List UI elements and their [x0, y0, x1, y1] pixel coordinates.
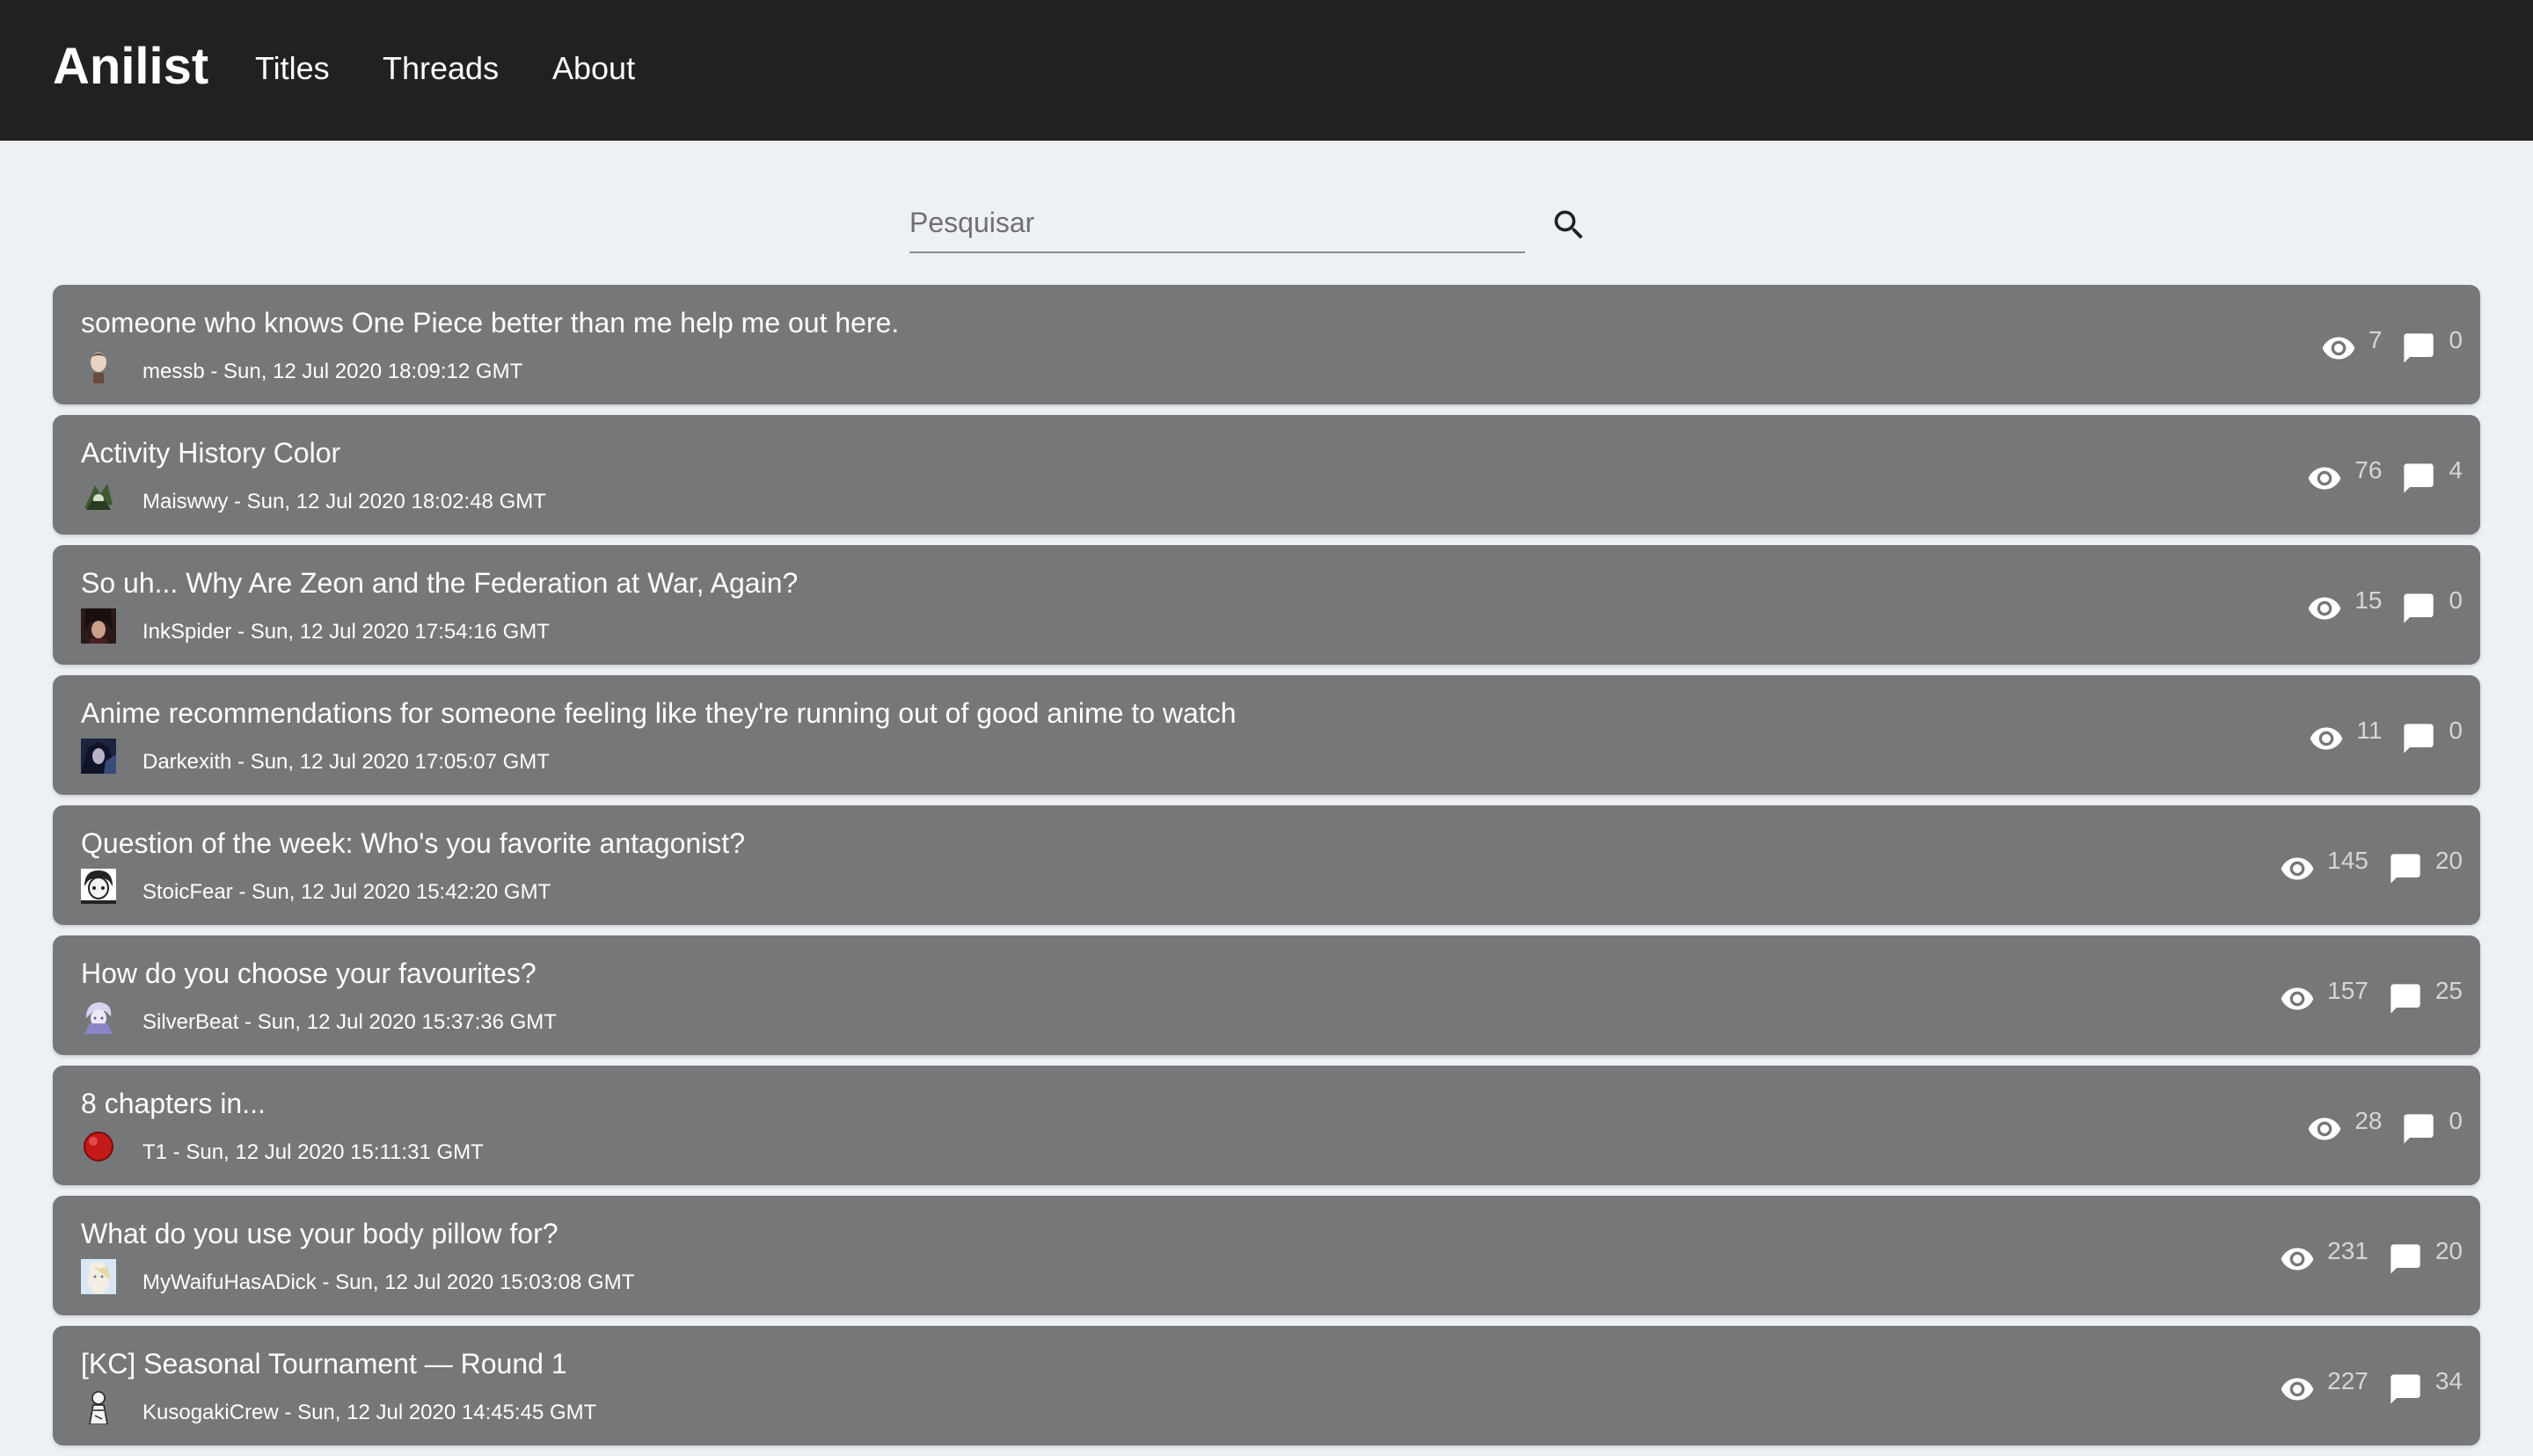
comment-icon [2391, 984, 2420, 1014]
thread-meta: messb - Sun, 12 Jul 2020 18:09:12 GMT [142, 360, 523, 383]
thread-meta: Darkexith - Sun, 12 Jul 2020 17:05:07 GM… [142, 750, 550, 774]
eye-icon [2310, 727, 2343, 750]
nav-threads[interactable]: Threads [383, 44, 499, 93]
thread-meta: StoicFear - Sun, 12 Jul 2020 15:42:20 GM… [142, 880, 551, 904]
top-navbar: Anilist Titles Threads About [0, 0, 2533, 141]
view-count: 28 [2354, 1107, 2383, 1134]
avatar[interactable] [81, 478, 116, 513]
thread-title[interactable]: Question of the week: Who's you favorite… [81, 825, 745, 862]
thread-item[interactable]: Activity History Color Maiswwy - Sun, 12… [53, 415, 2480, 535]
reply-count: 20 [2434, 1237, 2463, 1264]
comment-icon [2404, 463, 2434, 493]
view-count: 76 [2354, 456, 2383, 484]
thread-stats: 145 20 [2280, 846, 2463, 886]
reply-count: 0 [2449, 717, 2463, 744]
thread-title[interactable]: someone who knows One Piece better than … [81, 304, 899, 341]
avatar[interactable] [81, 1129, 116, 1164]
thread-item[interactable]: [KC] Seasonal Tournament — Round 1 Kusog… [53, 1326, 2480, 1445]
reply-count: 20 [2434, 847, 2463, 874]
view-count: 7 [2368, 326, 2383, 353]
reply-count: 0 [2449, 1107, 2463, 1134]
thread-title[interactable]: [KC] Seasonal Tournament — Round 1 [81, 1345, 567, 1382]
eye-icon [2308, 467, 2341, 490]
thread-meta: KusogakiCrew - Sun, 12 Jul 2020 14:45:45… [142, 1401, 597, 1424]
thread-meta: MyWaifuHasADick - Sun, 12 Jul 2020 15:03… [142, 1270, 635, 1294]
thread-title[interactable]: Activity History Color [81, 434, 340, 471]
avatar[interactable] [81, 1259, 116, 1294]
view-count: 11 [2356, 717, 2383, 744]
view-count: 227 [2327, 1367, 2369, 1394]
thread-meta: InkSpider - Sun, 12 Jul 2020 17:54:16 GM… [142, 620, 550, 644]
search-button[interactable] [1550, 206, 1588, 244]
reply-count: 34 [2434, 1367, 2463, 1394]
avatar[interactable] [81, 348, 116, 383]
thread-stats: 15 0 [2307, 586, 2463, 626]
reply-count: 0 [2449, 586, 2463, 614]
thread-stats: 231 20 [2280, 1236, 2463, 1277]
eye-icon [2281, 1248, 2314, 1270]
view-count: 157 [2327, 977, 2369, 1004]
thread-stats: 7 0 [2321, 325, 2463, 366]
avatar[interactable] [81, 999, 116, 1034]
thread-item[interactable]: Anime recommendations for someone feelin… [53, 675, 2480, 795]
view-count: 231 [2327, 1237, 2369, 1264]
comment-icon [2391, 854, 2420, 884]
thread-title[interactable]: How do you choose your favourites? [81, 955, 537, 992]
brand-logo[interactable]: Anilist [53, 32, 208, 102]
thread-stats: 227 34 [2280, 1366, 2463, 1407]
eye-icon [2308, 1117, 2341, 1140]
thread-item[interactable]: How do you choose your favourites? Silve… [53, 935, 2480, 1055]
comment-icon [2404, 333, 2434, 363]
thread-stats: 76 4 [2307, 455, 2463, 496]
thread-item[interactable]: someone who knows One Piece better than … [53, 285, 2480, 404]
avatar[interactable] [81, 869, 116, 904]
avatar[interactable] [81, 608, 116, 644]
thread-meta: Maiswwy - Sun, 12 Jul 2020 18:02:48 GMT [142, 490, 546, 513]
search-input[interactable] [909, 193, 1525, 253]
thread-list: someone who knows One Piece better than … [53, 285, 2480, 1456]
nav-titles[interactable]: Titles [255, 44, 330, 93]
thread-stats: 157 25 [2280, 976, 2463, 1016]
view-count: 145 [2327, 847, 2369, 874]
thread-title[interactable]: So uh... Why Are Zeon and the Federation… [81, 564, 798, 601]
thread-meta: T1 - Sun, 12 Jul 2020 15:11:31 GMT [142, 1140, 484, 1164]
comment-icon [2391, 1244, 2420, 1274]
thread-item[interactable]: What do you use your body pillow for? My… [53, 1196, 2480, 1315]
thread-meta: SilverBeat - Sun, 12 Jul 2020 15:37:36 G… [142, 1010, 557, 1034]
thread-title[interactable]: Anime recommendations for someone feelin… [81, 695, 1237, 732]
comment-icon [2404, 724, 2434, 753]
comment-icon [2404, 593, 2434, 623]
reply-count: 25 [2434, 977, 2463, 1004]
nav-about[interactable]: About [552, 44, 635, 93]
thread-item[interactable]: 8 chapters in... T1 - Sun, 12 Jul 2020 1… [53, 1066, 2480, 1185]
comment-icon [2404, 1114, 2434, 1144]
thread-item[interactable]: Question of the week: Who's you favorite… [53, 805, 2480, 925]
eye-icon [2281, 987, 2314, 1010]
reply-count: 4 [2449, 456, 2463, 484]
eye-icon [2281, 1378, 2314, 1401]
avatar[interactable] [81, 739, 116, 774]
thread-item[interactable]: So uh... Why Are Zeon and the Federation… [53, 545, 2480, 665]
thread-title[interactable]: 8 chapters in... [81, 1085, 266, 1122]
search-bar [909, 193, 1527, 253]
view-count: 15 [2354, 586, 2383, 614]
eye-icon [2322, 337, 2355, 360]
reply-count: 0 [2449, 326, 2463, 353]
search-icon [1554, 210, 1583, 239]
avatar[interactable] [81, 1389, 116, 1424]
eye-icon [2308, 597, 2341, 620]
comment-icon [2391, 1374, 2420, 1404]
eye-icon [2281, 857, 2314, 880]
thread-stats: 28 0 [2307, 1106, 2463, 1147]
thread-title[interactable]: What do you use your body pillow for? [81, 1215, 558, 1252]
thread-stats: 11 0 [2309, 716, 2463, 756]
